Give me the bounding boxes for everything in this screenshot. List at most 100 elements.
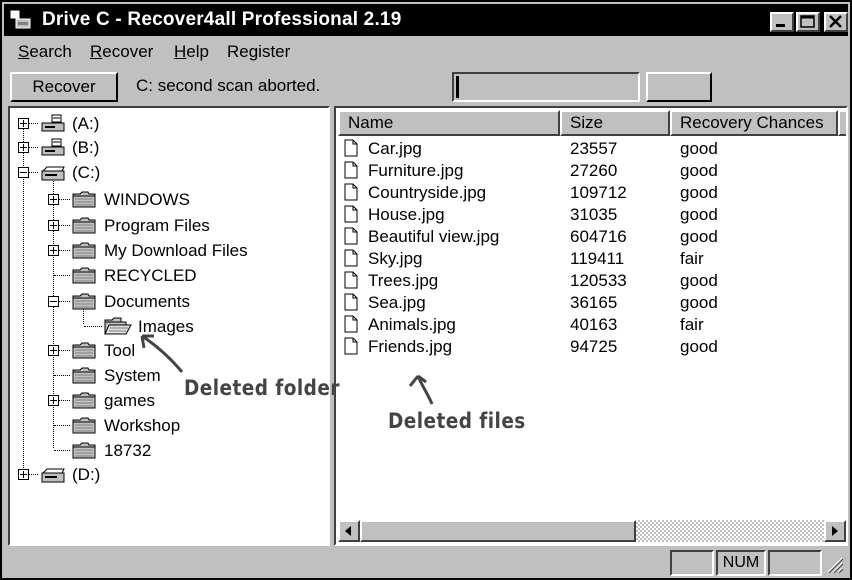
title-bar[interactable]: Drive C - Recover4all Professional 2.19	[4, 4, 848, 36]
tree-item-drive-a[interactable]: (A:)	[10, 112, 310, 136]
table-row[interactable]: Furniture.jpg 27260 good	[338, 160, 838, 182]
table-row[interactable]: Friends.jpg 94725 good	[338, 336, 838, 358]
file-icon	[344, 249, 358, 267]
file-name: Sky.jpg	[368, 249, 423, 268]
menu-register[interactable]: Register	[227, 42, 290, 62]
file-recovery-chance: fair	[680, 315, 704, 334]
resize-grip-icon[interactable]	[824, 554, 844, 574]
status-cell-num: NUM	[716, 550, 766, 576]
table-row[interactable]: House.jpg 31035 good	[338, 204, 838, 226]
column-header-recovery-chances[interactable]: Recovery Chances	[670, 110, 838, 136]
column-header-name[interactable]: Name	[338, 110, 560, 136]
file-recovery-chance: fair	[680, 249, 704, 268]
file-icon	[344, 161, 358, 179]
expand-icon[interactable]	[18, 142, 29, 153]
floppy-drive-icon	[41, 114, 65, 132]
file-recovery-chance: good	[680, 293, 718, 312]
toolbar-blank-button[interactable]	[646, 72, 712, 102]
folder-icon	[72, 441, 96, 459]
file-recovery-chance: good	[680, 337, 718, 356]
expand-icon[interactable]	[18, 118, 29, 129]
tree-item-documents[interactable]: Documents	[10, 290, 310, 314]
arrow-left-icon	[345, 526, 351, 536]
close-button[interactable]	[824, 12, 848, 32]
expand-icon[interactable]	[48, 220, 59, 231]
file-recovery-chance: good	[680, 205, 718, 224]
file-list[interactable]: Name Size Recovery Chances Car.jpg 23557 g…	[334, 106, 848, 546]
scroll-left-button[interactable]	[338, 520, 360, 542]
minimize-button[interactable]	[770, 12, 794, 32]
file-name: Beautiful view.jpg	[368, 227, 500, 246]
expand-icon[interactable]	[18, 469, 29, 480]
tree-item-program-files[interactable]: Program Files	[10, 214, 310, 238]
table-row[interactable]: Animals.jpg 40163 fair	[338, 314, 838, 336]
file-size: 40163	[570, 315, 618, 334]
maximize-button[interactable]	[796, 12, 820, 32]
menu-bar: Search Recover Help Register	[4, 38, 848, 66]
folder-icon	[72, 241, 96, 259]
folder-tree[interactable]: (A:) (B:) (C:) WINDOWS Program Files My Do…	[8, 106, 330, 546]
tree-item-label: WINDOWS	[104, 190, 190, 209]
expand-icon[interactable]	[48, 194, 59, 205]
file-icon	[344, 227, 358, 245]
progress-fill	[456, 76, 459, 98]
scroll-right-button[interactable]	[824, 520, 846, 542]
expand-icon[interactable]	[48, 245, 59, 256]
file-size: 120533	[570, 271, 627, 290]
expand-icon[interactable]	[48, 345, 59, 356]
tree-item-drive-c[interactable]: (C:)	[10, 161, 310, 185]
file-icon	[344, 337, 358, 355]
menu-recover[interactable]: Recover	[90, 42, 153, 62]
tree-item-my-download-files[interactable]: My Download Files	[10, 239, 310, 263]
collapse-icon[interactable]	[18, 167, 29, 178]
file-icon	[344, 315, 358, 333]
menu-recover-label: ecover	[102, 42, 154, 61]
menu-recover-mnemonic: R	[90, 42, 103, 61]
menu-register-label: Register	[227, 42, 291, 61]
tree-item-label: Documents	[104, 292, 190, 311]
status-cell-caps	[670, 550, 714, 576]
expand-icon[interactable]	[48, 395, 59, 406]
menu-search-mnemonic: S	[18, 42, 30, 61]
table-row[interactable]: Sky.jpg 119411 fair	[338, 248, 838, 270]
scrollbar-thumb[interactable]	[360, 520, 636, 542]
status-cell-scroll	[768, 550, 822, 576]
column-header-size[interactable]: Size	[560, 110, 670, 136]
tree-item-workshop[interactable]: Workshop	[10, 414, 310, 438]
file-name: Car.jpg	[368, 139, 422, 158]
file-recovery-chance: good	[680, 139, 718, 158]
tree-item-drive-b[interactable]: (B:)	[10, 136, 310, 160]
menu-help[interactable]: Help	[174, 42, 209, 62]
file-icon	[344, 183, 358, 201]
tree-item-label: Program Files	[104, 216, 210, 235]
table-row[interactable]: Car.jpg 23557 good	[338, 138, 838, 160]
table-row[interactable]: Sea.jpg 36165 good	[338, 292, 838, 314]
tree-item-drive-d[interactable]: (D:)	[10, 463, 310, 487]
hard-drive-icon	[41, 468, 65, 483]
table-row[interactable]: Countryside.jpg 109712 good	[338, 182, 838, 204]
tree-item-label: My Download Files	[104, 241, 248, 260]
file-icon	[344, 271, 358, 289]
tree-item-label: (D:)	[72, 465, 101, 484]
file-name: Friends.jpg	[368, 337, 453, 356]
recover-button[interactable]: Recover	[10, 72, 118, 102]
hard-drive-icon	[41, 166, 65, 181]
folder-icon	[72, 341, 96, 359]
collapse-icon[interactable]	[48, 296, 59, 307]
folder-icon	[72, 391, 96, 409]
toolbar: Recover C: second scan aborted.	[4, 68, 848, 104]
table-row[interactable]: Trees.jpg 120533 good	[338, 270, 838, 292]
table-row[interactable]: Beautiful view.jpg 604716 good	[338, 226, 838, 248]
tree-item-windows[interactable]: WINDOWS	[10, 188, 310, 212]
horizontal-scrollbar[interactable]	[338, 520, 846, 542]
file-size: 604716	[570, 227, 627, 246]
folder-icon	[72, 266, 96, 284]
tree-item-18732[interactable]: 18732	[10, 439, 310, 463]
menu-search[interactable]: Search	[18, 42, 72, 62]
arrow-right-icon	[832, 526, 838, 536]
tree-item-recycled[interactable]: RECYCLED	[10, 264, 310, 288]
folder-icon	[72, 416, 96, 434]
main-window: Drive C - Recover4all Professional 2.19 …	[0, 0, 852, 580]
file-size: 36165	[570, 293, 618, 312]
file-size: 94725	[570, 337, 618, 356]
